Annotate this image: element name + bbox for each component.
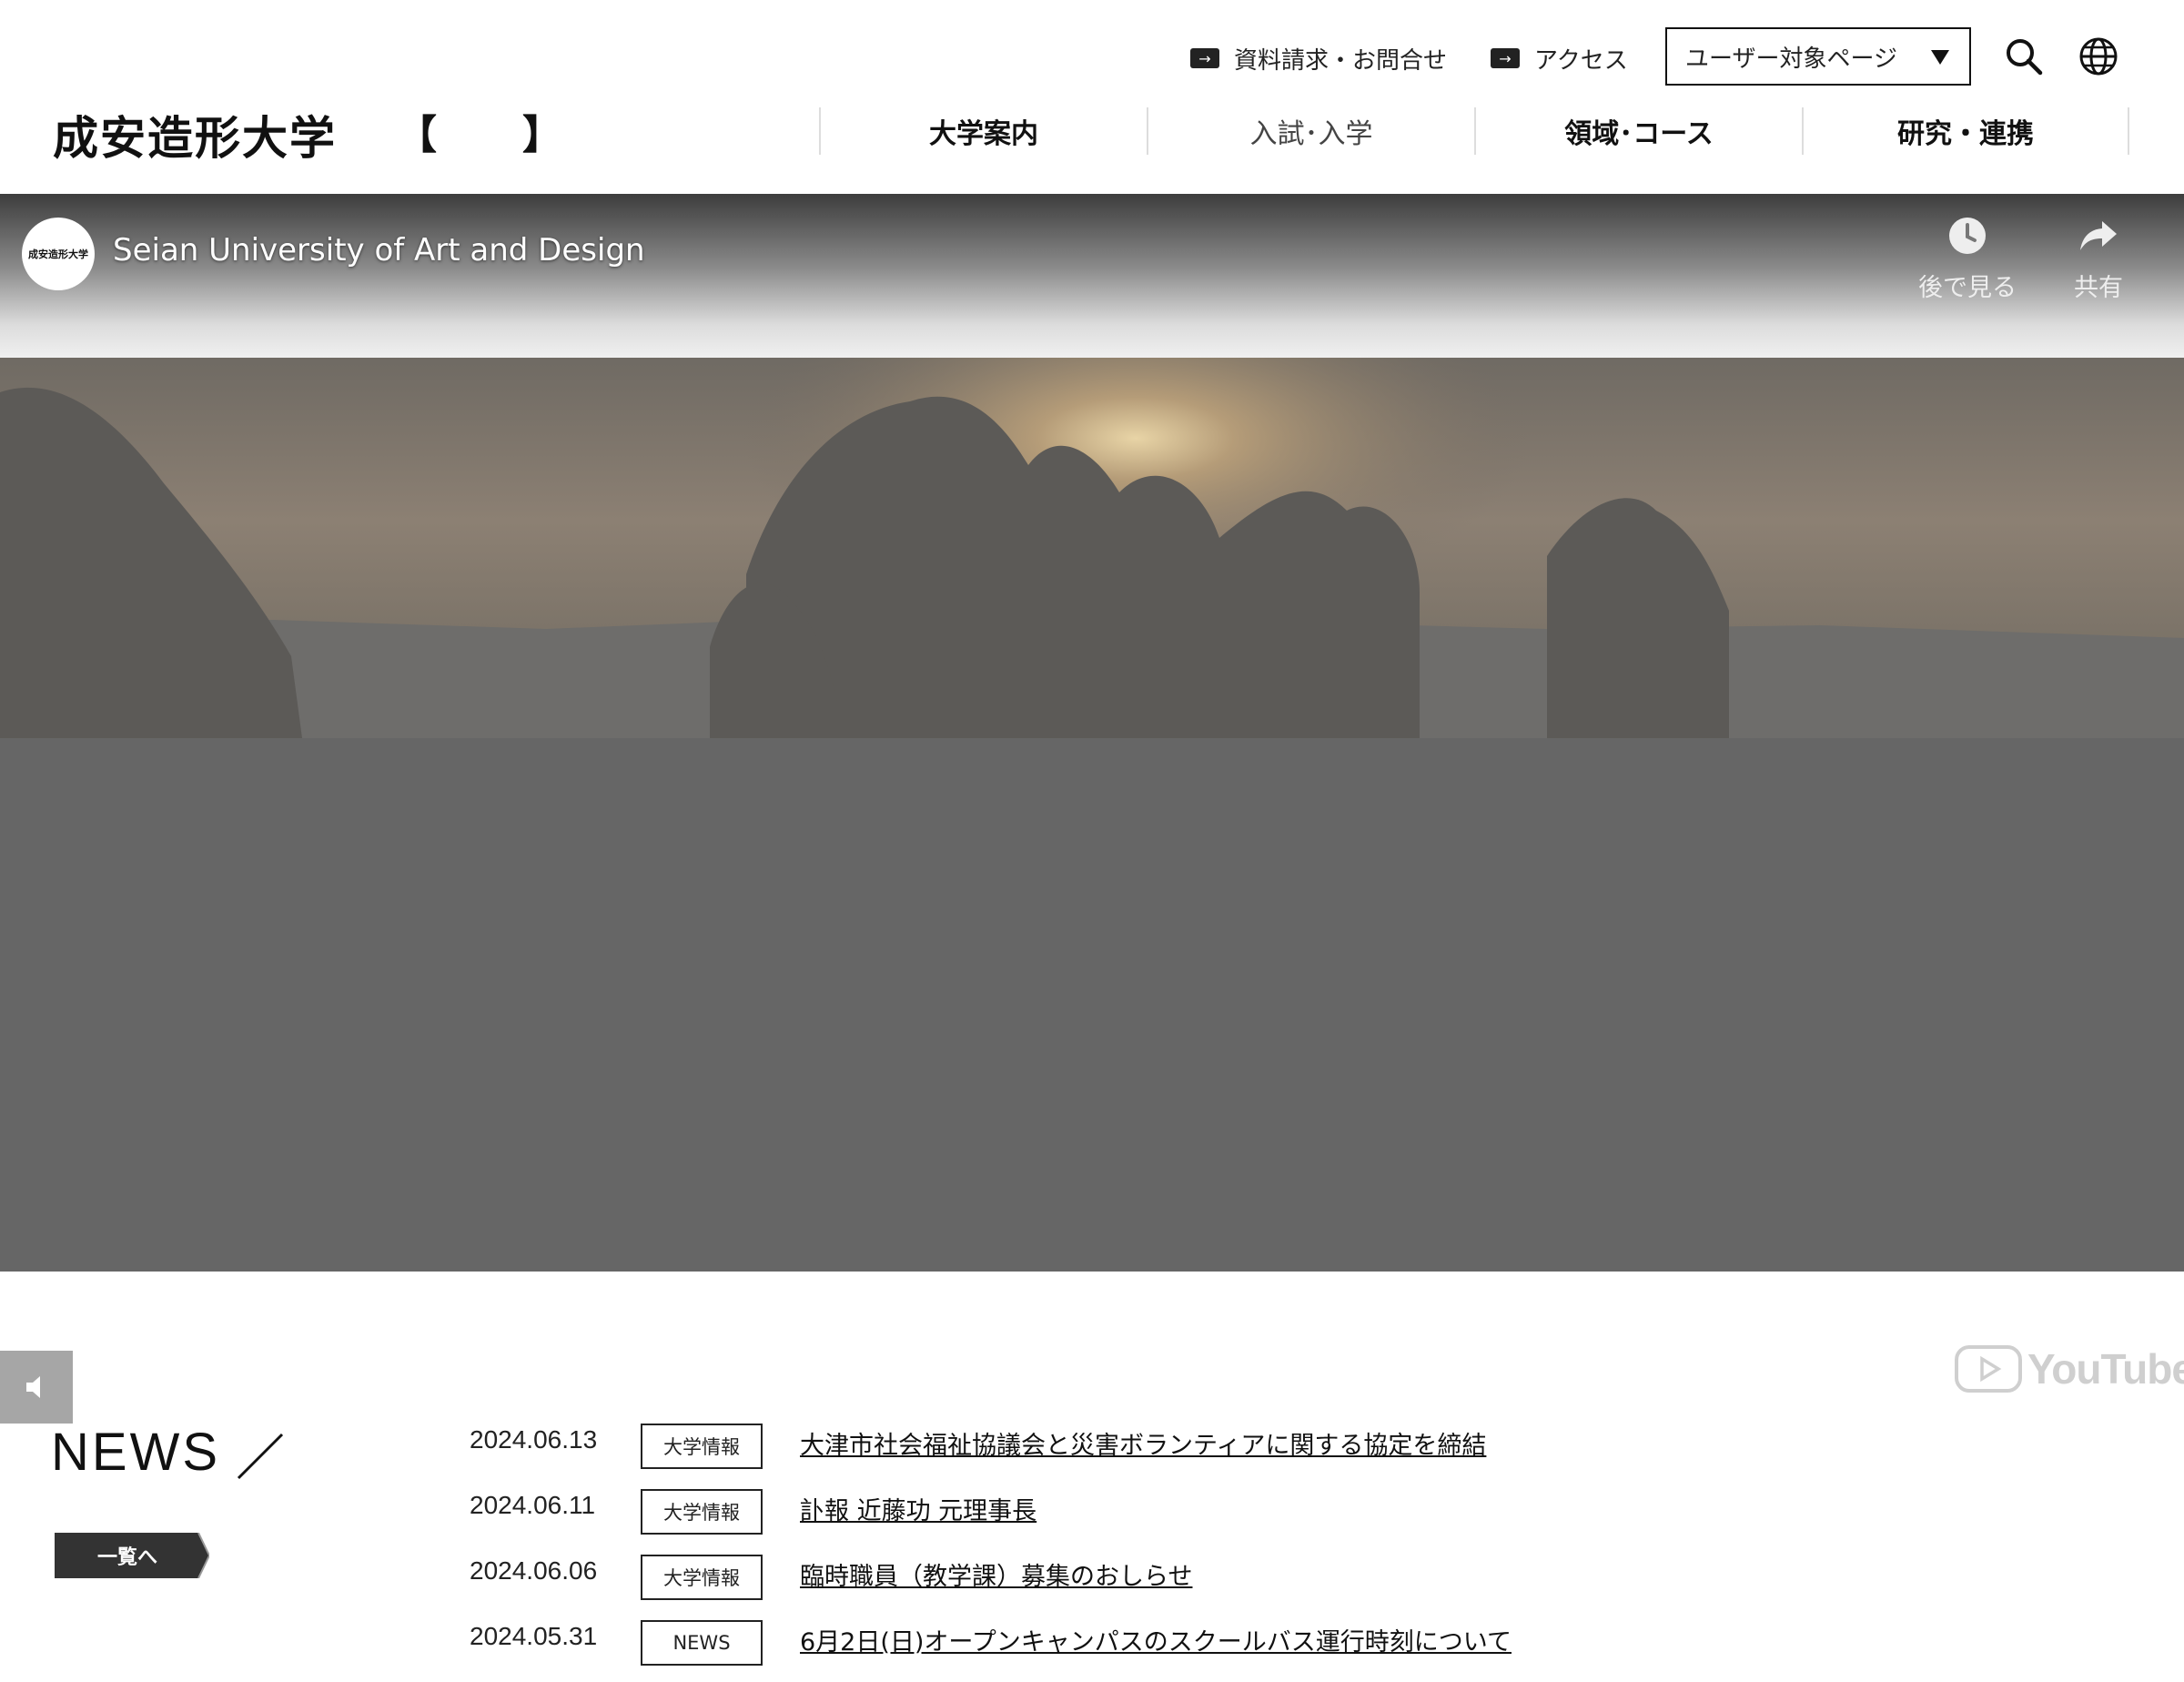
request-info-link[interactable]: → 資料請求・お問合せ [1190, 31, 1447, 86]
nav-research[interactable]: 研究・連携 [1802, 107, 2129, 155]
request-info-label: 資料請求・お問合せ [1234, 46, 1448, 75]
site-logo[interactable]: 成安造形大学 [53, 102, 337, 167]
news-item: 2024.06.06 大学情報 臨時職員（教学課）募集のおしらせ [470, 1551, 2108, 1616]
mute-button[interactable] [0, 1351, 73, 1424]
news-category-tag: 大学情報 [641, 1555, 763, 1600]
logo-bracket-open: 【 [397, 112, 437, 158]
news-link[interactable]: 臨時職員（教学課）募集のおしらせ [800, 1556, 1192, 1592]
share-button[interactable]: 共有 [2035, 216, 2162, 303]
news-category-tag: NEWS [641, 1620, 763, 1666]
speaker-muted-icon [26, 1376, 40, 1398]
arrow-right-icon: → [1491, 48, 1520, 68]
news-category-tag: 大学情報 [641, 1489, 763, 1535]
news-date: 2024.06.06 [470, 1556, 598, 1585]
news-date: 2024.06.13 [470, 1425, 598, 1454]
share-label: 共有 [2074, 274, 2123, 302]
watch-later-button[interactable]: 後で見る [1904, 216, 2031, 303]
user-target-select[interactable]: ユーザー対象ページ [1665, 27, 1971, 86]
news-link[interactable]: 大津市社会福祉協議会と災害ボランティアに関する協定を締結 [800, 1425, 1486, 1461]
global-nav: 大学案内 入試･入学 領域･コース 研究・連携 [819, 107, 2129, 155]
access-link[interactable]: → アクセス [1491, 31, 1628, 86]
news-item: 2024.06.13 大学情報 大津市社会福祉協議会と災害ボランティアに関する協… [470, 1420, 2108, 1485]
globe-icon[interactable] [2078, 36, 2118, 76]
news-link[interactable]: 訃報 近藤功 元理事長 [800, 1491, 1036, 1526]
video-title-overlay [0, 194, 2184, 358]
nav-courses[interactable]: 領域･コース [1474, 107, 1802, 155]
chevron-down-icon [1931, 50, 1949, 65]
logo-bracket-close: 】 [522, 112, 562, 158]
site-header: 成安造形大学 【 】 → 資料請求・お問合せ → アクセス ユーザー対象ページ … [0, 0, 2184, 194]
access-label: アクセス [1534, 46, 1628, 75]
video-frame [0, 356, 2184, 1272]
channel-avatar[interactable]: 成安造形大学 [22, 218, 95, 290]
youtube-play-icon [1955, 1345, 2022, 1393]
clock-icon [1949, 218, 1986, 254]
watch-later-label: 後で見る [1918, 274, 2017, 302]
heading-slash-decoration [237, 1433, 284, 1480]
user-target-select-value: ユーザー対象ページ [1685, 45, 1897, 73]
youtube-wordmark: YouTube [2027, 1345, 2184, 1393]
news-item: 2024.06.11 大学情報 訃報 近藤功 元理事長 [470, 1485, 2108, 1551]
news-more-label: 一覧へ [96, 1546, 157, 1569]
news-link[interactable]: 6月2日(日)オープンキャンパスのスクールバス運行時刻について [800, 1622, 1512, 1657]
news-item: 2024.05.31 NEWS 6月2日(日)オープンキャンパスのスクールバス運… [470, 1616, 2108, 1682]
sunset-forest-scene [0, 356, 2184, 1272]
news-heading: NEWS [51, 1423, 220, 1482]
hero-video[interactable]: 成安造形大学 Seian University of Art and Desig… [0, 194, 2184, 1272]
news-category-tag: 大学情報 [641, 1424, 763, 1469]
news-more-button[interactable]: 一覧へ [55, 1533, 209, 1578]
arrow-right-icon: → [1190, 48, 1219, 68]
news-date: 2024.05.31 [470, 1622, 598, 1650]
nav-about[interactable]: 大学案内 [819, 107, 1147, 155]
youtube-logo[interactable]: YouTube [1955, 1343, 2184, 1394]
video-title[interactable]: Seian University of Art and Design [113, 232, 645, 269]
news-date: 2024.06.11 [470, 1491, 596, 1519]
news-list: 2024.06.13 大学情報 大津市社会福祉協議会と災害ボランティアに関する協… [470, 1420, 2108, 1682]
search-icon[interactable] [2004, 36, 2044, 76]
share-icon [2080, 221, 2117, 250]
nav-admissions[interactable]: 入試･入学 [1147, 107, 1474, 155]
